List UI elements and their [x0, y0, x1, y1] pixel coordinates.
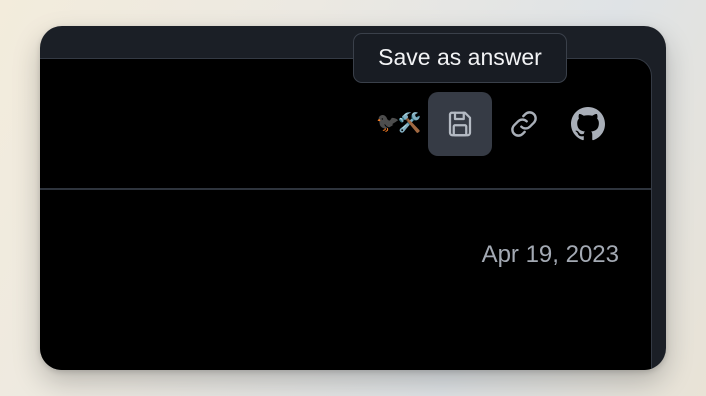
- toolbar-divider: [40, 188, 651, 190]
- save-as-answer-tooltip: Save as answer: [353, 33, 567, 83]
- message-toolbar: 🐦‍⬛🛠️: [40, 92, 651, 156]
- message-date: Apr 19, 2023: [481, 241, 619, 268]
- floppy-disk-icon: [445, 109, 475, 139]
- github-button[interactable]: [556, 92, 620, 156]
- copy-link-button[interactable]: [492, 92, 556, 156]
- bird-tools-emoji-button[interactable]: 🐦‍⬛🛠️: [376, 110, 421, 138]
- link-icon: [508, 108, 540, 140]
- save-as-answer-button[interactable]: [428, 92, 492, 156]
- github-icon: [571, 107, 605, 141]
- message-panel: 🐦‍⬛🛠️: [40, 58, 652, 370]
